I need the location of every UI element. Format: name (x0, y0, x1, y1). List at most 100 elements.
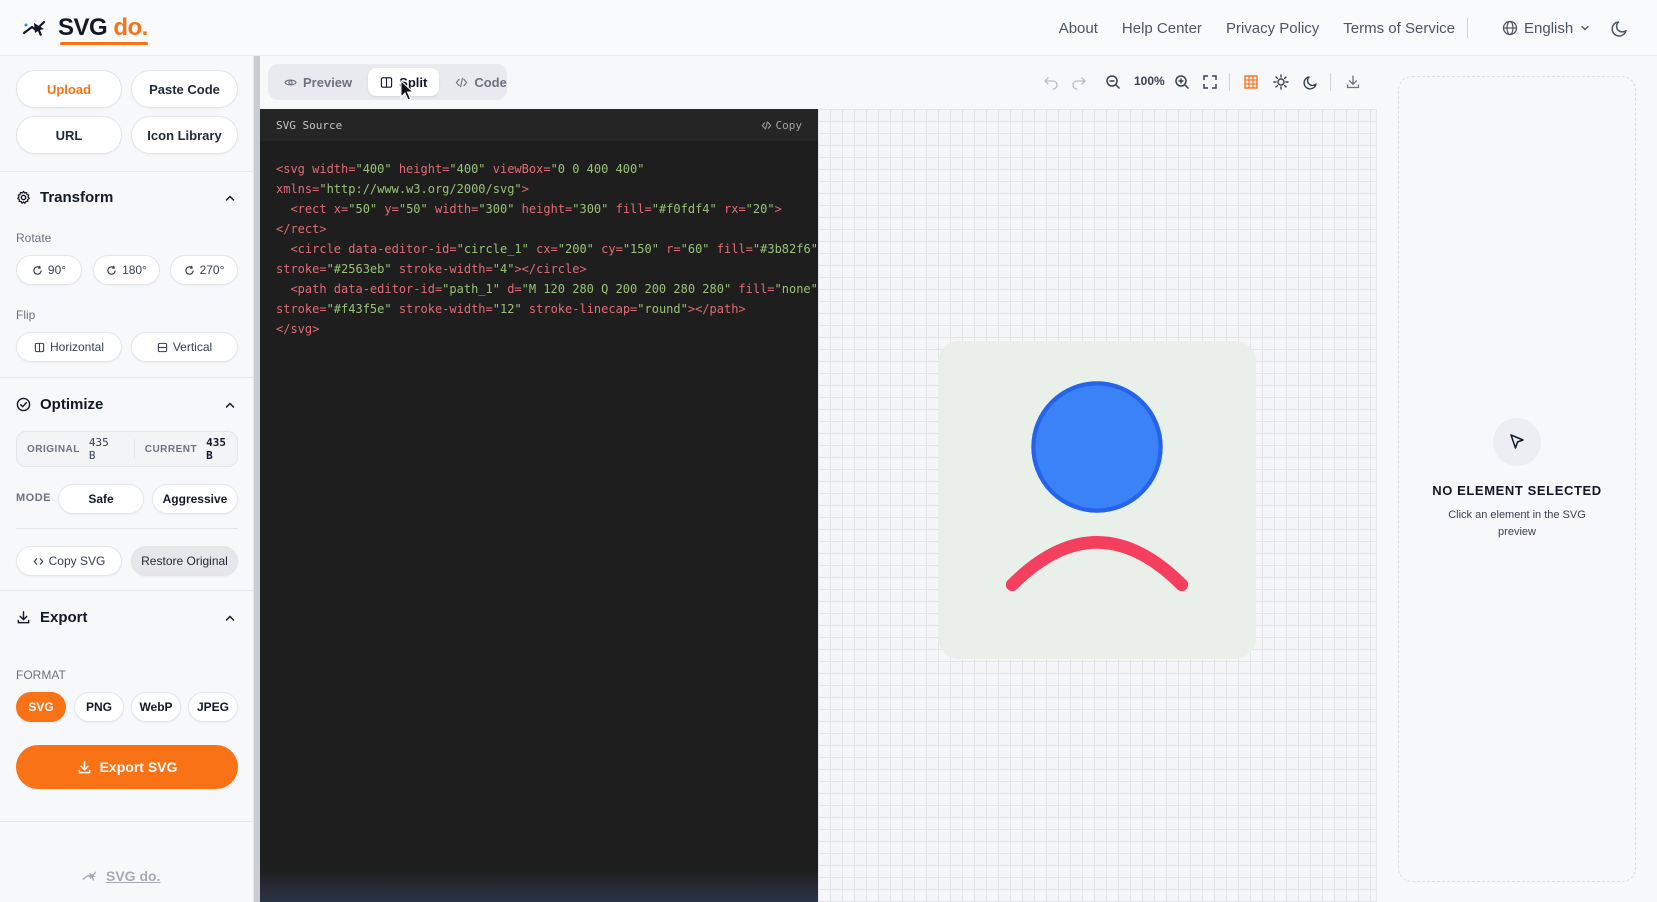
inspector-empty-state (1398, 76, 1636, 882)
sidebar-divider (0, 171, 254, 172)
transform-section-header[interactable]: Transform (16, 189, 113, 206)
fit-to-screen-icon[interactable] (1202, 74, 1218, 90)
left-sidebar: Upload Paste Code URL Icon Library Trans… (0, 56, 254, 902)
chevron-down-icon (1581, 25, 1589, 31)
redo-icon[interactable] (1071, 74, 1087, 90)
svg-preview-artwork[interactable] (938, 341, 1256, 659)
sun-icon[interactable] (1273, 74, 1289, 90)
inspector-title: NO ELEMENT SELECTED (1432, 483, 1602, 498)
original-size-label: ORIGINAL (27, 443, 80, 455)
nav-divider (1467, 18, 1468, 38)
nav-help-center[interactable]: Help Center (1122, 20, 1202, 37)
code-editor-header: SVG Source Copy (260, 109, 818, 141)
optimize-section-header[interactable]: Optimize (16, 396, 103, 413)
toolbar-divider (1229, 73, 1230, 91)
logo-cursor-icon (82, 871, 97, 881)
zoom-out-icon[interactable] (1105, 74, 1121, 90)
flip-vertical-button[interactable]: Vertical (131, 332, 238, 362)
copy-code-button[interactable]: Copy (761, 119, 802, 132)
globe-icon (1502, 20, 1518, 36)
rotate-icon (184, 265, 194, 275)
optimize-title: Optimize (40, 396, 104, 413)
url-button[interactable]: URL (16, 116, 122, 154)
chevron-up-icon[interactable] (224, 612, 236, 624)
language-label: English (1524, 19, 1574, 37)
code-icon (455, 77, 468, 87)
preview-circle[interactable] (1031, 381, 1163, 513)
moon-icon[interactable] (1303, 74, 1319, 90)
svg-source-code[interactable]: <svg width="400" height="400" viewBox="0… (260, 141, 818, 357)
view-mode-tabs: Preview Split Code (268, 64, 507, 100)
top-header: SVG do. About Help Center Privacy Policy… (0, 0, 1657, 56)
flip-horizontal-button[interactable]: Horizontal (16, 332, 122, 362)
export-section-header[interactable]: Export (16, 609, 88, 626)
undo-icon[interactable] (1043, 74, 1059, 90)
footer-logo: SVG do. (82, 868, 160, 884)
export-title: Export (40, 609, 88, 626)
mode-aggressive-button[interactable]: Aggressive (152, 484, 238, 514)
code-editor-panel[interactable]: SVG Source Copy <svg width="400" height=… (260, 109, 818, 902)
flip-vertical-icon (157, 342, 167, 352)
toolbar-divider (1330, 73, 1331, 91)
sidebar-divider (0, 590, 254, 591)
split-view-icon (380, 76, 393, 88)
restore-original-button[interactable]: Restore Original (131, 546, 238, 576)
nav-privacy-policy[interactable]: Privacy Policy (1226, 20, 1319, 37)
current-size-label: CURRENT (144, 443, 198, 455)
mode-safe-button[interactable]: Safe (58, 484, 144, 514)
app-logo[interactable]: SVG do. (22, 13, 148, 45)
check-circle-icon (16, 397, 31, 412)
zoom-in-icon[interactable] (1174, 74, 1190, 90)
size-comparison: ORIGINAL 435 B CURRENT 435 B (16, 431, 238, 467)
current-size-value: 435 B (206, 436, 226, 462)
upload-button[interactable]: Upload (16, 70, 122, 108)
eye-icon (284, 79, 297, 85)
rotate-180-button[interactable]: 180° (93, 255, 160, 285)
editor-toolbar: Preview Split Code 100% (260, 56, 1377, 109)
nav-about[interactable]: About (1059, 20, 1098, 37)
grid-icon[interactable] (1243, 74, 1259, 90)
rotate-90-button[interactable]: 90° (16, 255, 82, 285)
gear-icon (17, 190, 30, 204)
code-icon (33, 557, 44, 565)
code-editor-title: SVG Source (276, 118, 343, 132)
format-png-button[interactable]: PNG (74, 692, 124, 722)
dark-mode-toggle-icon[interactable] (1611, 18, 1631, 38)
app-window: SVG do. About Help Center Privacy Policy… (0, 0, 1657, 902)
export-svg-button[interactable]: Export SVG (16, 745, 238, 789)
original-size-value: 435 B (88, 436, 109, 462)
format-webp-button[interactable]: WebP (131, 692, 181, 722)
flip-label: Flip (16, 308, 36, 322)
copy-svg-button[interactable]: Copy SVG (16, 546, 122, 576)
inspector-description: Click an element in the SVG preview (1448, 509, 1586, 538)
rotate-icon (107, 265, 116, 275)
logo-text: SVG do. (58, 13, 148, 45)
format-label: FORMAT (16, 668, 66, 682)
sidebar-divider (0, 377, 254, 378)
tab-code[interactable]: Code (443, 68, 519, 96)
top-nav: About Help Center Privacy Policy Terms o… (1059, 0, 1455, 56)
nav-terms-of-service[interactable]: Terms of Service (1343, 20, 1455, 37)
download-icon (78, 760, 90, 773)
paste-code-button[interactable]: Paste Code (131, 70, 238, 108)
sidebar-divider (16, 528, 238, 529)
rotate-icon (33, 265, 42, 275)
code-icon (761, 120, 771, 130)
language-selector[interactable]: English (1502, 0, 1591, 56)
zoom-level: 100% (1134, 74, 1165, 88)
icon-library-button[interactable]: Icon Library (131, 116, 238, 154)
format-jpeg-button[interactable]: JPEG (188, 692, 238, 722)
cursor-pointer-icon (1493, 418, 1541, 466)
mode-label: MODE (16, 492, 51, 504)
logo-cursor-icon (22, 20, 46, 36)
svg-preview-canvas[interactable] (818, 109, 1377, 902)
chevron-up-icon[interactable] (224, 192, 236, 204)
rotate-label: Rotate (16, 231, 52, 245)
chevron-up-icon[interactable] (224, 399, 236, 411)
properties-inspector: NO ELEMENT SELECTED Click an element in … (1377, 56, 1657, 902)
flip-horizontal-icon (34, 342, 45, 352)
tab-preview[interactable]: Preview (272, 68, 364, 96)
rotate-270-button[interactable]: 270° (170, 255, 238, 285)
format-svg-button[interactable]: SVG (16, 692, 66, 722)
download-icon[interactable] (1345, 74, 1361, 90)
